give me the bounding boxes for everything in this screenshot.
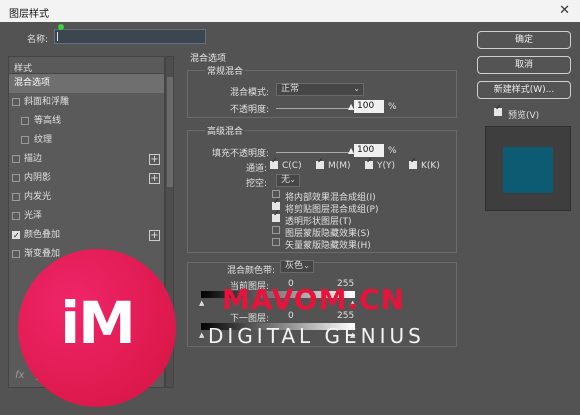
cancel-button[interactable]: 取消 <box>477 56 571 74</box>
style-item-checkbox[interactable] <box>12 212 20 220</box>
advanced-option-label: 矢量蒙版隐藏效果(H) <box>285 241 371 251</box>
name-input[interactable] <box>54 29 206 44</box>
style-item[interactable]: 颜色叠加 + <box>9 226 164 245</box>
watermark-logo-text: iM <box>60 289 136 357</box>
style-item-checkbox[interactable] <box>12 155 20 163</box>
blend-mode-select[interactable]: 正常 ⌄ <box>276 83 364 96</box>
style-item-label: 斜面和浮雕 <box>24 97 70 107</box>
style-item-label: 内阴影 <box>24 173 52 183</box>
knockout-select[interactable]: 无 ⌄ <box>276 174 300 187</box>
style-item[interactable]: 光泽 <box>9 207 164 226</box>
styles-list: 混合选项斜面和浮雕等高线纹理描边+内阴影+内发光光泽颜色叠加+渐变叠加 <box>9 74 164 264</box>
status-dot-icon <box>58 24 64 30</box>
style-item[interactable]: 纹理 <box>9 131 164 150</box>
blend-options-title: 混合选项 <box>190 54 227 64</box>
chevron-down-icon: ⌄ <box>289 175 296 184</box>
underlying-black-slider-icon[interactable]: ▲ <box>199 331 204 339</box>
chevron-down-icon: ⌄ <box>303 261 310 270</box>
style-item-checkbox[interactable] <box>12 174 20 182</box>
advanced-option-checkbox[interactable] <box>272 226 280 234</box>
styles-list-header: 样式 <box>9 57 164 74</box>
watermark-site-text: MAVOM.CN <box>222 283 406 316</box>
text-caret <box>57 32 58 41</box>
name-label: 名称: <box>27 35 49 45</box>
style-item-label: 等高线 <box>34 116 62 126</box>
style-item[interactable]: 斜面和浮雕 <box>9 93 164 112</box>
channel-checkbox[interactable] <box>365 156 373 169</box>
style-item-label: 描边 <box>24 154 43 164</box>
style-item-checkbox[interactable] <box>12 193 20 201</box>
add-effect-icon[interactable]: + <box>149 154 160 165</box>
preview-thumbnail <box>485 126 571 211</box>
style-item-checkbox[interactable] <box>12 250 20 258</box>
this-layer-black-slider-icon[interactable]: ▲ <box>199 299 204 307</box>
watermark-logo: iM <box>18 249 176 407</box>
style-item-label: 内发光 <box>24 192 52 202</box>
scrollbar-thumb[interactable] <box>167 77 173 187</box>
chevron-down-icon: ⌄ <box>353 84 360 93</box>
style-item[interactable]: 等高线 <box>9 112 164 131</box>
blend-mode-label: 混合模式: <box>230 88 270 98</box>
fx-icon[interactable]: fx <box>15 370 24 381</box>
advanced-option-checkbox[interactable] <box>272 209 280 222</box>
style-item[interactable]: 内阴影 + <box>9 169 164 188</box>
channel-label: Y(Y) <box>377 161 396 171</box>
style-item-checkbox[interactable] <box>12 226 20 245</box>
channel-checkbox[interactable] <box>270 156 278 169</box>
add-effect-icon[interactable]: + <box>149 173 160 184</box>
opacity-slider[interactable]: ▲ <box>276 102 354 111</box>
style-item-checkbox[interactable] <box>21 117 29 125</box>
general-blending-title: 常规混合 <box>205 64 246 77</box>
style-item[interactable]: 混合选项 <box>9 74 164 93</box>
style-item-label: 颜色叠加 <box>24 230 61 240</box>
fill-opacity-label: 填充不透明度: <box>212 149 270 159</box>
advanced-option-checkbox[interactable] <box>272 238 280 246</box>
opacity-input[interactable]: 100 <box>354 100 384 113</box>
style-item-label: 光泽 <box>24 211 43 221</box>
channel-checkbox[interactable] <box>409 156 417 169</box>
preview-checkbox[interactable] <box>494 103 502 116</box>
advanced-blending-title: 高级混合 <box>205 124 246 137</box>
preview-swatch <box>503 147 553 193</box>
channel-label: C(C) <box>282 161 302 171</box>
style-item-label: 纹理 <box>34 135 53 145</box>
fill-opacity-unit: % <box>388 146 397 156</box>
new-style-button[interactable]: 新建样式(W)... <box>477 81 571 99</box>
dialog-title: 图层样式 <box>9 9 49 20</box>
style-item-checkbox[interactable] <box>21 136 29 144</box>
close-icon[interactable]: ✕ <box>559 3 570 18</box>
style-item[interactable]: 描边 + <box>9 150 164 169</box>
channel-label: K(K) <box>421 161 440 171</box>
channels-label: 通道: <box>246 164 268 174</box>
knockout-label: 挖空: <box>246 179 268 189</box>
watermark-slogan-text: DIGITAL GENIUS <box>208 324 425 348</box>
preview-label: 预览(V) <box>508 111 540 121</box>
channel-checkbox[interactable] <box>316 156 324 169</box>
style-item-checkbox[interactable] <box>12 98 20 106</box>
fill-opacity-slider[interactable]: ▲ <box>276 146 354 155</box>
opacity-label: 不透明度: <box>230 105 270 115</box>
style-item[interactable]: 内发光 <box>9 188 164 207</box>
style-item-label: 混合选项 <box>14 78 51 88</box>
add-effect-icon[interactable]: + <box>149 230 160 241</box>
blend-if-select[interactable]: 灰色 ⌄ <box>280 260 314 273</box>
opacity-unit: % <box>388 102 397 112</box>
blend-mode-value: 正常 <box>281 84 300 94</box>
dialog-titlebar: 图层样式 ✕ <box>0 0 580 22</box>
ok-button[interactable]: 确定 <box>477 31 571 49</box>
blend-if-value: 灰色 <box>285 261 304 271</box>
blend-if-label: 混合颜色带: <box>227 266 276 276</box>
channel-label: M(M) <box>328 161 351 171</box>
